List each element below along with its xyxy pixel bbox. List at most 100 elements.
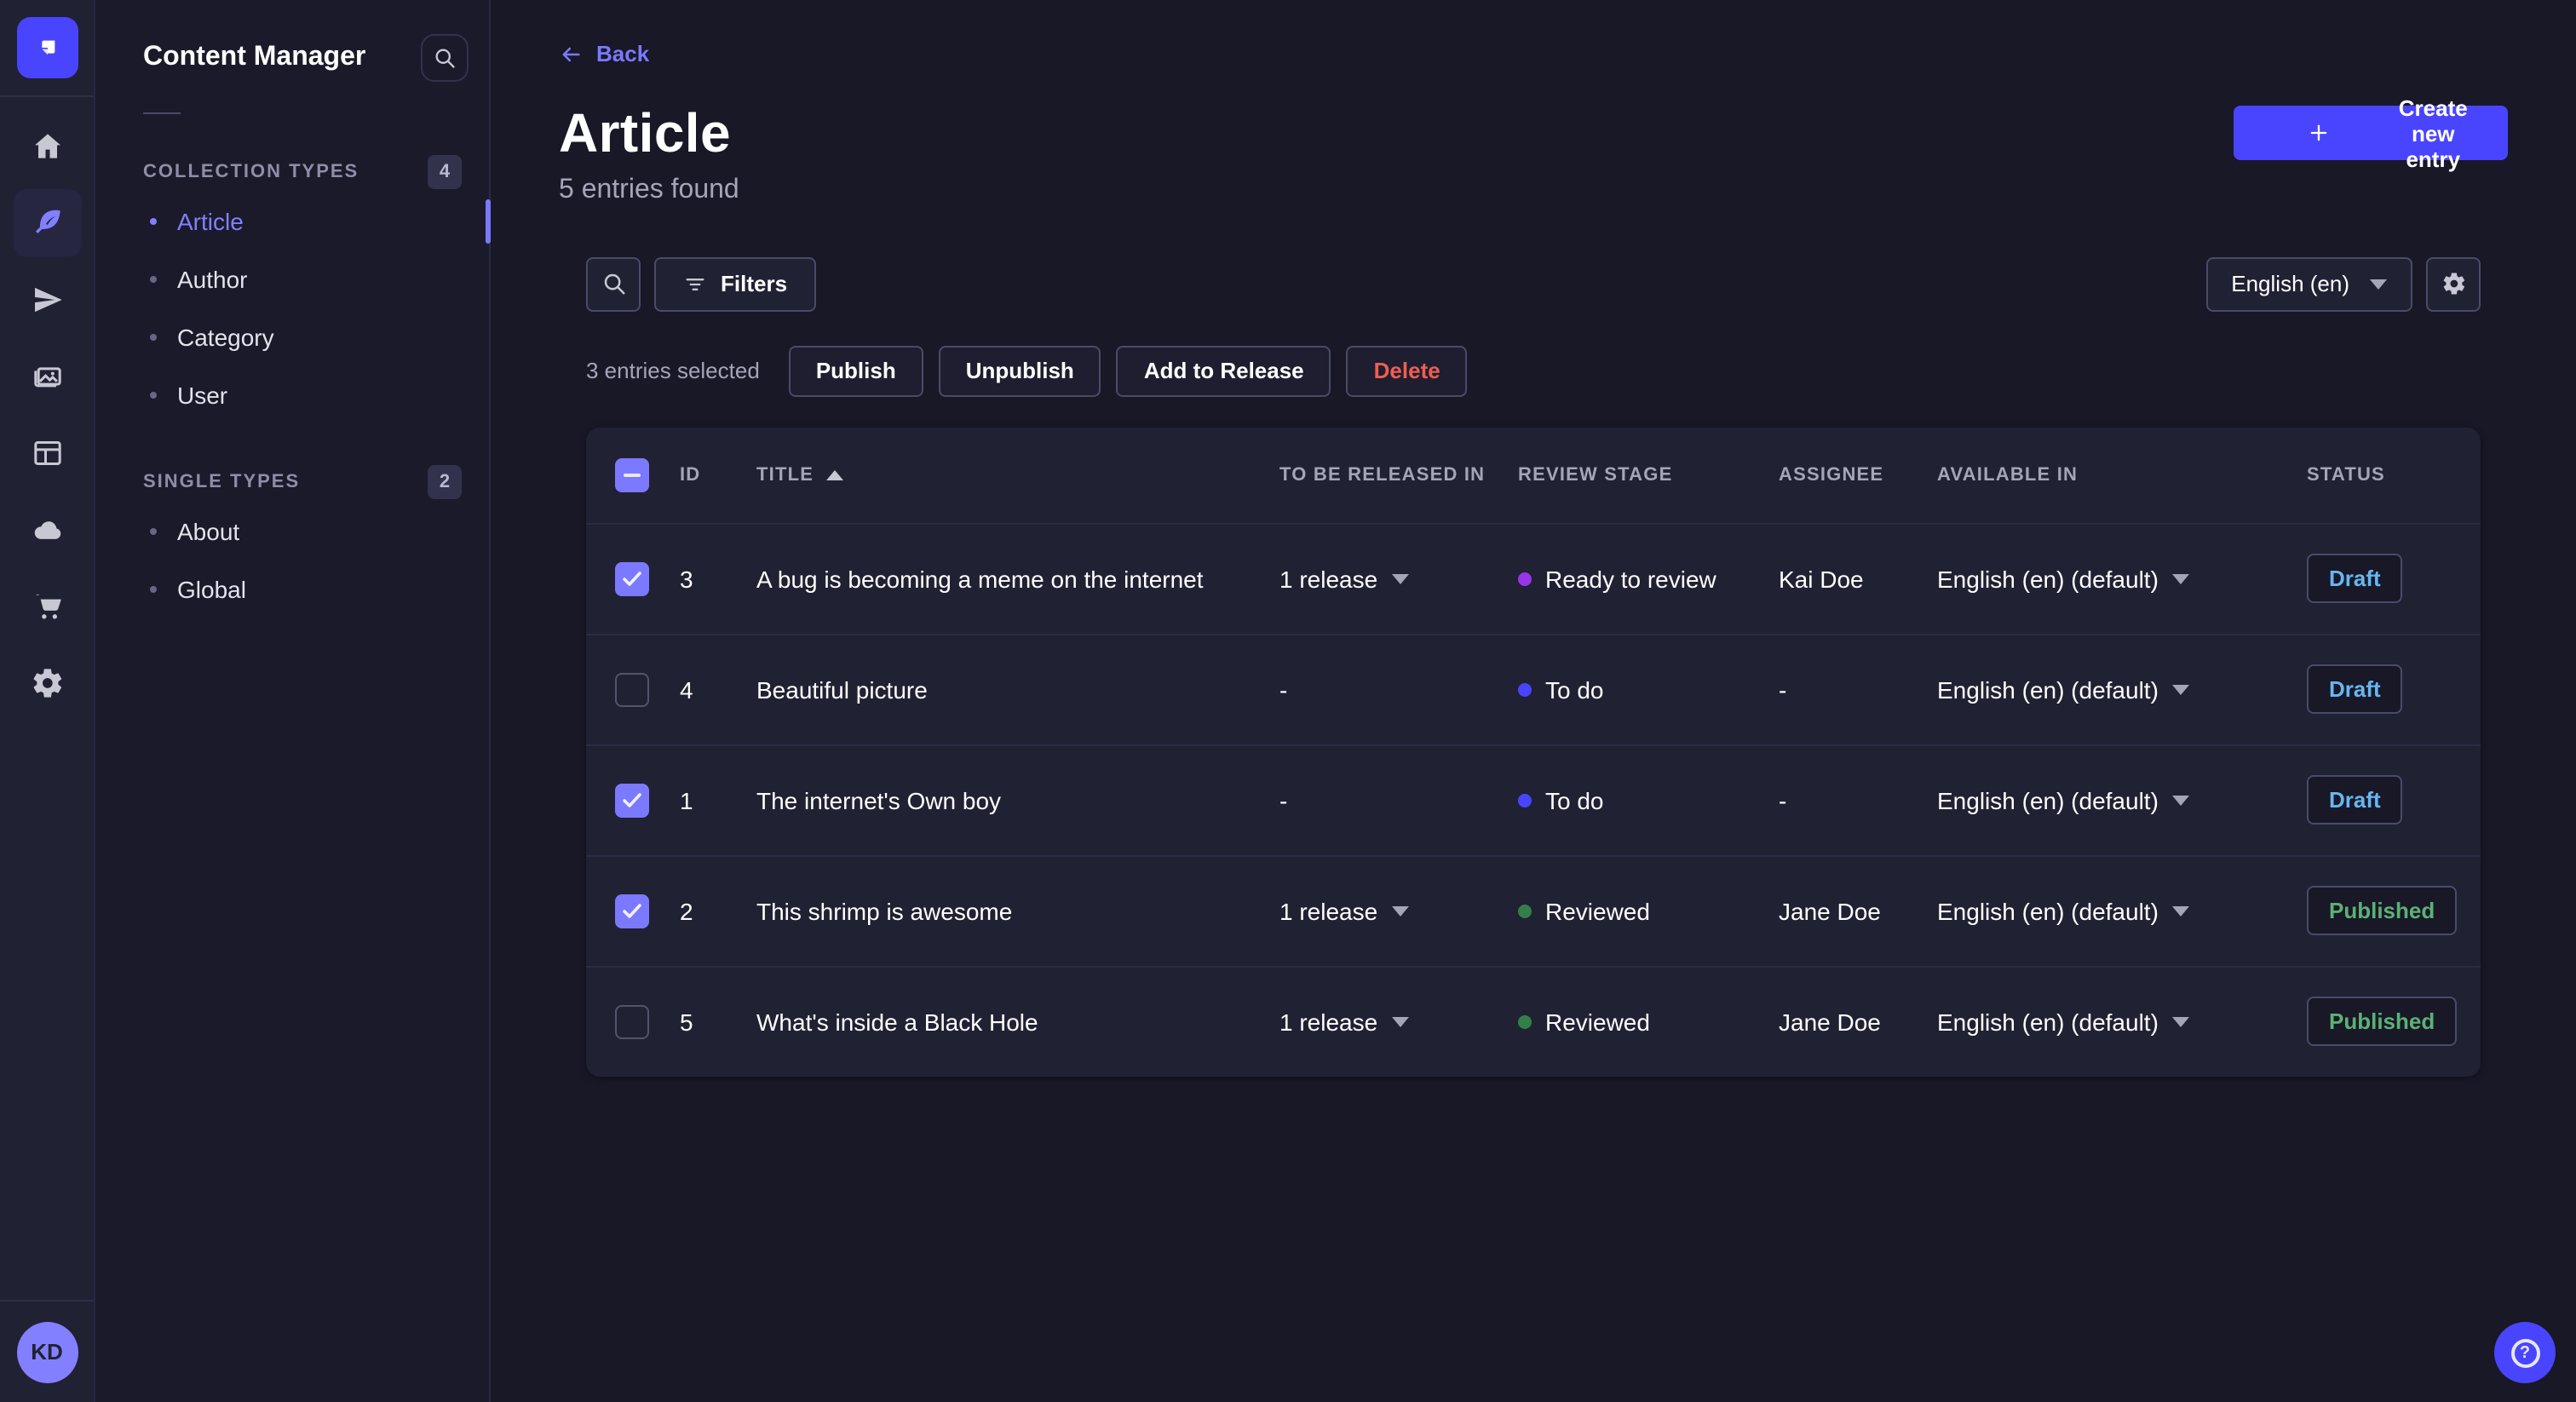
cell-title: A bug is becoming a meme on the internet <box>756 565 1204 592</box>
sort-ascending-icon <box>825 469 843 480</box>
sidebar-item-label: Category <box>177 324 274 351</box>
chevron-down-icon[interactable] <box>1391 573 1409 583</box>
release-count: 1 release <box>1279 1008 1378 1035</box>
chevron-down-icon[interactable] <box>2171 905 2189 916</box>
cell-available-in: English (en) (default) <box>1937 897 2307 924</box>
review-stage-label: To do <box>1545 786 1604 813</box>
column-header-released[interactable]: TO BE RELEASED IN <box>1279 464 1518 485</box>
review-stage-dot-icon <box>1518 682 1532 696</box>
column-header-status[interactable]: STATUS <box>2307 464 2481 485</box>
column-header-id[interactable]: ID <box>680 464 756 485</box>
chevron-down-icon[interactable] <box>2171 684 2189 694</box>
chevron-down-icon <box>2370 279 2387 289</box>
subnav-section: COLLECTION TYPES 4 Article Author Category Us… <box>95 152 491 424</box>
create-new-entry-button[interactable]: Create new entry <box>2234 95 2508 171</box>
sidebar-item-label: Article <box>177 208 244 235</box>
section-label: SINGLE TYPES <box>143 472 301 492</box>
sidebar-item-global[interactable]: Global <box>95 560 489 618</box>
chevron-down-icon[interactable] <box>2171 795 2189 805</box>
cell-id: 3 <box>680 565 693 592</box>
sidebar-item-article[interactable]: Article <box>95 192 491 250</box>
rail-item-cloud-deploy-icon[interactable] <box>13 496 81 564</box>
table-row[interactable]: 2 This shrimp is awesome 1 release Reviewed… <box>586 854 2481 965</box>
rail-item-home-icon[interactable] <box>13 112 81 181</box>
chevron-down-icon[interactable] <box>2171 1016 2189 1026</box>
table-header-row: ID TITLE TO BE RELEASED IN REVIEW STAGE … <box>586 427 2481 522</box>
home-icon <box>30 129 64 164</box>
column-header-review-stage[interactable]: REVIEW STAGE <box>1518 464 1779 485</box>
rail-item-feather-content-icon[interactable] <box>13 189 81 257</box>
unpublish-button[interactable]: Unpublish <box>938 345 1101 396</box>
table-row[interactable]: 1 The internet's Own boy - To do - English (e… <box>586 744 2481 854</box>
column-header-title[interactable]: TITLE <box>756 464 1279 485</box>
review-stage-dot-icon <box>1518 904 1532 917</box>
cell-id: 4 <box>680 675 693 703</box>
column-header-assignee[interactable]: ASSIGNEE <box>1779 464 1937 485</box>
review-stage-dot-icon <box>1518 572 1532 585</box>
release-count: 1 release <box>1279 897 1378 924</box>
delete-button[interactable]: Delete <box>1346 345 1468 396</box>
marketplace-cart-icon <box>30 589 64 623</box>
search-icon <box>588 258 639 309</box>
main-content: Back Article Create new entry 5 entries … <box>491 0 2576 1402</box>
table-search-button[interactable] <box>586 256 641 311</box>
avatar[interactable]: KD <box>16 1321 78 1382</box>
chevron-down-icon[interactable] <box>1391 1016 1409 1026</box>
locale-label: English (en) (default) <box>1937 786 2159 813</box>
column-header-available-in[interactable]: AVAILABLE IN <box>1937 464 2307 485</box>
subnav-section: SINGLE TYPES 2 About Global <box>95 462 489 618</box>
filters-button[interactable]: Filters <box>654 256 817 311</box>
strapi-logo-icon[interactable] <box>16 17 78 78</box>
back-link[interactable]: Back <box>559 41 649 66</box>
help-button[interactable]: ? <box>2494 1322 2556 1383</box>
review-stage-dot-icon <box>1518 1014 1532 1028</box>
release-count: - <box>1279 675 1288 703</box>
cell-title: This shrimp is awesome <box>756 897 1013 924</box>
publish-button[interactable]: Publish <box>788 345 923 396</box>
view-settings-button[interactable] <box>2426 256 2481 311</box>
release-count: 1 release <box>1279 565 1378 592</box>
locale-label: English (en) (default) <box>1937 675 2159 703</box>
sidebar-item-user[interactable]: User <box>95 366 489 424</box>
help-question-icon: ? <box>2510 1338 2539 1367</box>
rail-item-send-plane-icon[interactable] <box>13 266 81 334</box>
rail-item-settings-gear-icon[interactable] <box>13 649 81 717</box>
search-icon <box>423 36 467 80</box>
selection-count: 3 entries selected <box>586 358 760 383</box>
cell-id: 5 <box>680 1008 693 1035</box>
cell-assignee: - <box>1779 786 1787 813</box>
media-library-icon <box>30 359 64 394</box>
cell-review-stage: To do <box>1518 675 1779 703</box>
status-badge: Draft <box>2307 554 2403 603</box>
entries-count: 5 entries found <box>559 175 739 204</box>
row-checkbox[interactable] <box>615 672 649 706</box>
bullet-icon <box>150 528 157 535</box>
bullet-icon <box>150 586 157 593</box>
row-checkbox[interactable] <box>615 893 649 928</box>
bullet-icon <box>150 218 157 225</box>
section-label: COLLECTION TYPES <box>143 162 359 182</box>
add-to-release-button[interactable]: Add to Release <box>1116 345 1331 396</box>
sidebar-item-author[interactable]: Author <box>95 250 489 308</box>
chevron-down-icon[interactable] <box>1391 905 1409 916</box>
table-row[interactable]: 3 A bug is becoming a meme on the interne… <box>586 522 2481 633</box>
sidebar-item-label: Global <box>177 576 246 603</box>
feather-content-icon <box>30 206 64 240</box>
subnav-search-button[interactable] <box>421 34 469 82</box>
rail-item-media-library-icon[interactable] <box>13 342 81 411</box>
locale-select[interactable]: English (en) <box>2205 256 2412 311</box>
rail-item-marketplace-cart-icon[interactable] <box>13 572 81 641</box>
row-checkbox[interactable] <box>615 1004 649 1038</box>
table-row[interactable]: 5 What's inside a Black Hole 1 release Revi… <box>586 965 2481 1076</box>
row-checkbox[interactable] <box>615 783 649 817</box>
settings-gear-icon <box>30 666 64 700</box>
subnav-title: Content Manager <box>143 43 366 72</box>
sidebar-item-category[interactable]: Category <box>95 308 489 366</box>
chevron-down-icon[interactable] <box>2171 573 2189 583</box>
sidebar-item-about[interactable]: About <box>95 503 489 560</box>
cell-title: The internet's Own boy <box>756 786 1002 813</box>
row-checkbox[interactable] <box>615 561 649 595</box>
select-all-checkbox[interactable] <box>615 457 649 491</box>
rail-item-content-type-builder-icon[interactable] <box>13 419 81 487</box>
table-row[interactable]: 4 Beautiful picture - To do - English (en) (d… <box>586 633 2481 744</box>
